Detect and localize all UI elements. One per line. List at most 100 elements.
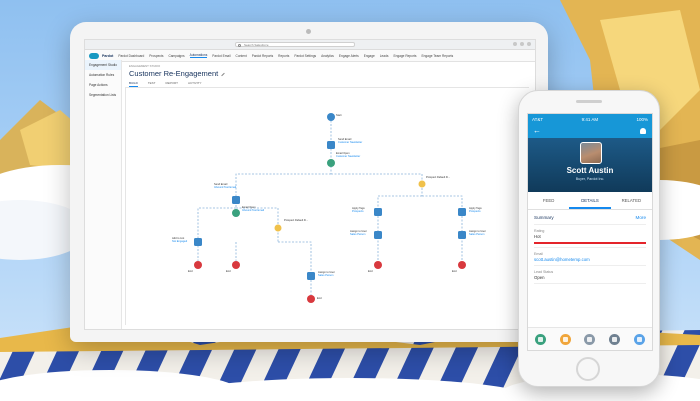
page-title: Customer Re-Engagement <box>129 69 219 78</box>
help-icon[interactable] <box>513 42 517 46</box>
back-arrow-icon[interactable]: ← <box>533 126 541 136</box>
flow-assign-user-left-node[interactable] <box>374 231 382 239</box>
sidebar-item-automation-rules[interactable]: Automation Rules <box>85 70 121 80</box>
flow-label-apply-tags-b: Apply Tags Prospects <box>469 207 482 213</box>
contact-avatar <box>580 142 602 164</box>
notification-bell-icon[interactable] <box>640 128 646 134</box>
flow-assign-user-right-node[interactable] <box>458 231 466 239</box>
flow-add-to-list-node[interactable] <box>194 238 202 246</box>
browser-bar-icons <box>513 42 531 46</box>
flow-label-sub: Sales Person <box>318 274 334 277</box>
status-bar: AT&T 9:41 AM 100% <box>528 114 652 124</box>
more-actions-icon[interactable] <box>634 333 646 345</box>
flow-label-assign-user-left: Assign to User Sales Person <box>350 230 367 236</box>
sidebar: Engagement Studio Automation Rules Page … <box>85 60 122 329</box>
flow-label-add-to-list: Add to List Not Engaged <box>172 237 187 243</box>
flow-assign-user-mid-node[interactable] <box>307 272 315 280</box>
nav-item[interactable]: Campaigns <box>168 54 184 58</box>
flow-label-end: End <box>226 270 231 273</box>
contact-name: Scott Austin <box>566 166 614 175</box>
global-search-placeholder: Search Salesforce <box>244 43 269 47</box>
nav-item[interactable]: Engage Reports <box>393 54 416 58</box>
nav-item[interactable]: Engage Alerts <box>339 54 359 58</box>
flow-label-end: End <box>188 270 193 273</box>
nav-item[interactable]: Pardot Email <box>212 54 230 58</box>
rating-bar <box>534 242 646 244</box>
phone-header: ← <box>528 124 652 138</box>
breadcrumb[interactable]: ENGAGEMENT STUDIO <box>129 64 160 68</box>
lead-status-field: Lead Status Open <box>534 266 646 284</box>
edit-icon[interactable] <box>559 333 571 345</box>
flow-end-node[interactable] <box>194 261 202 269</box>
flow-end-node[interactable] <box>458 261 466 269</box>
sidebar-item-engagement-studio[interactable]: Engagement Studio <box>85 60 121 70</box>
flow-start-node[interactable] <box>327 113 335 121</box>
flow-label-sub: Inbound Test Email <box>214 186 237 189</box>
edit-pencil-icon[interactable] <box>221 72 225 76</box>
camera-icon[interactable] <box>609 333 621 345</box>
home-button[interactable] <box>576 357 600 381</box>
main-content: ENGAGEMENT STUDIO Customer Re-Engagement… <box>121 60 535 329</box>
sidebar-item-page-actions[interactable]: Page Actions <box>85 80 121 90</box>
user-avatar-icon[interactable] <box>527 42 531 46</box>
nav-item[interactable]: Prospects <box>149 54 163 58</box>
email-label: Email <box>534 252 543 256</box>
flow-label-email-open: Email Open Customer Newsletter <box>336 152 360 158</box>
nav-item[interactable]: Content <box>236 54 247 58</box>
flow-label-send-email: Send Email Customer Newsletter <box>338 138 362 144</box>
rating-value: Hot <box>534 234 541 239</box>
action-bar <box>528 327 652 350</box>
flow-end-node[interactable] <box>232 261 240 269</box>
flow-label-prospect-default-left: Prospect Default Fi... <box>284 219 309 222</box>
laptop-screen: Search Salesforce Pardot Pardot Dashboar… <box>84 39 536 330</box>
email-value-link[interactable]: scott.austin@hometemp.com <box>534 257 646 262</box>
flow-send-email-node[interactable] <box>327 141 335 149</box>
app-name: Pardot <box>102 53 114 58</box>
nav-item[interactable]: Analytics <box>321 54 334 58</box>
flow-right-rule-node[interactable] <box>418 180 426 188</box>
browser-bar: Search Salesforce <box>85 40 535 50</box>
nav-item[interactable]: Pardot Settings <box>294 54 316 58</box>
nav-item[interactable]: Pardot Reports <box>252 54 273 58</box>
flow-apply-tags-b-node[interactable] <box>458 208 466 216</box>
nav-item[interactable]: Engage Team Reports <box>422 54 454 58</box>
tab-related[interactable]: RELATED <box>611 192 652 209</box>
rating-label: Rating <box>534 229 545 233</box>
flow-canvas[interactable]: Start Send Email Customer Newsletter Emai… <box>125 87 529 325</box>
tab-feed[interactable]: FEED <box>528 192 569 209</box>
flow-email-open-node[interactable] <box>327 159 335 167</box>
battery-label: 100% <box>636 116 648 122</box>
call-icon[interactable] <box>534 333 546 345</box>
flow-label-end: End <box>317 297 322 300</box>
nav-item[interactable]: Reports <box>278 54 289 58</box>
settings-icon[interactable] <box>520 42 524 46</box>
global-search-input[interactable]: Search Salesforce <box>235 42 355 47</box>
summary-more-link[interactable]: More <box>636 215 646 220</box>
carrier-label: AT&T <box>532 116 544 122</box>
flow-left-email-open-node[interactable] <box>232 209 240 217</box>
flow-label-assign-user-right: Assign to User Sales Person <box>469 230 486 236</box>
flow-label-prospect-default-right: Prospect Default Fi... <box>426 176 451 179</box>
nav-item[interactable]: Leads <box>380 54 389 58</box>
flow-end-node[interactable] <box>374 261 382 269</box>
flow-left-rule-node[interactable] <box>274 224 282 232</box>
flow-label-sub: Sales Person <box>350 233 366 236</box>
tab-details[interactable]: DETAILS <box>569 192 611 209</box>
flow-label-sub: Customer Newsletter <box>338 141 363 144</box>
flow-label-sub: Prospects <box>469 210 481 213</box>
flow-label-left-send-email: Send Email Inbound Test Email <box>214 183 236 189</box>
flow-apply-tags-a-node[interactable] <box>374 208 382 216</box>
flow-label-left-email-open: Email Open Inbound Test Email <box>242 206 264 212</box>
flow-label-sub: Inbound Test Email <box>242 209 265 212</box>
flow-end-node[interactable] <box>307 295 315 303</box>
flow-label-start: Start <box>336 114 342 117</box>
sidebar-item-segmentation-lists[interactable]: Segmentation Lists <box>85 90 121 100</box>
contact-card-icon[interactable] <box>584 333 596 345</box>
flow-label-sub: Not Engaged <box>172 240 188 243</box>
flow-left-send-email-node[interactable] <box>232 196 240 204</box>
nav-item[interactable]: Engage <box>364 54 375 58</box>
salesforce-logo-icon <box>89 52 99 59</box>
nav-item[interactable]: Pardot Dashboard <box>118 54 144 58</box>
nav-item-active[interactable]: Automations <box>189 53 208 58</box>
rating-field: Rating Hot <box>534 225 646 248</box>
